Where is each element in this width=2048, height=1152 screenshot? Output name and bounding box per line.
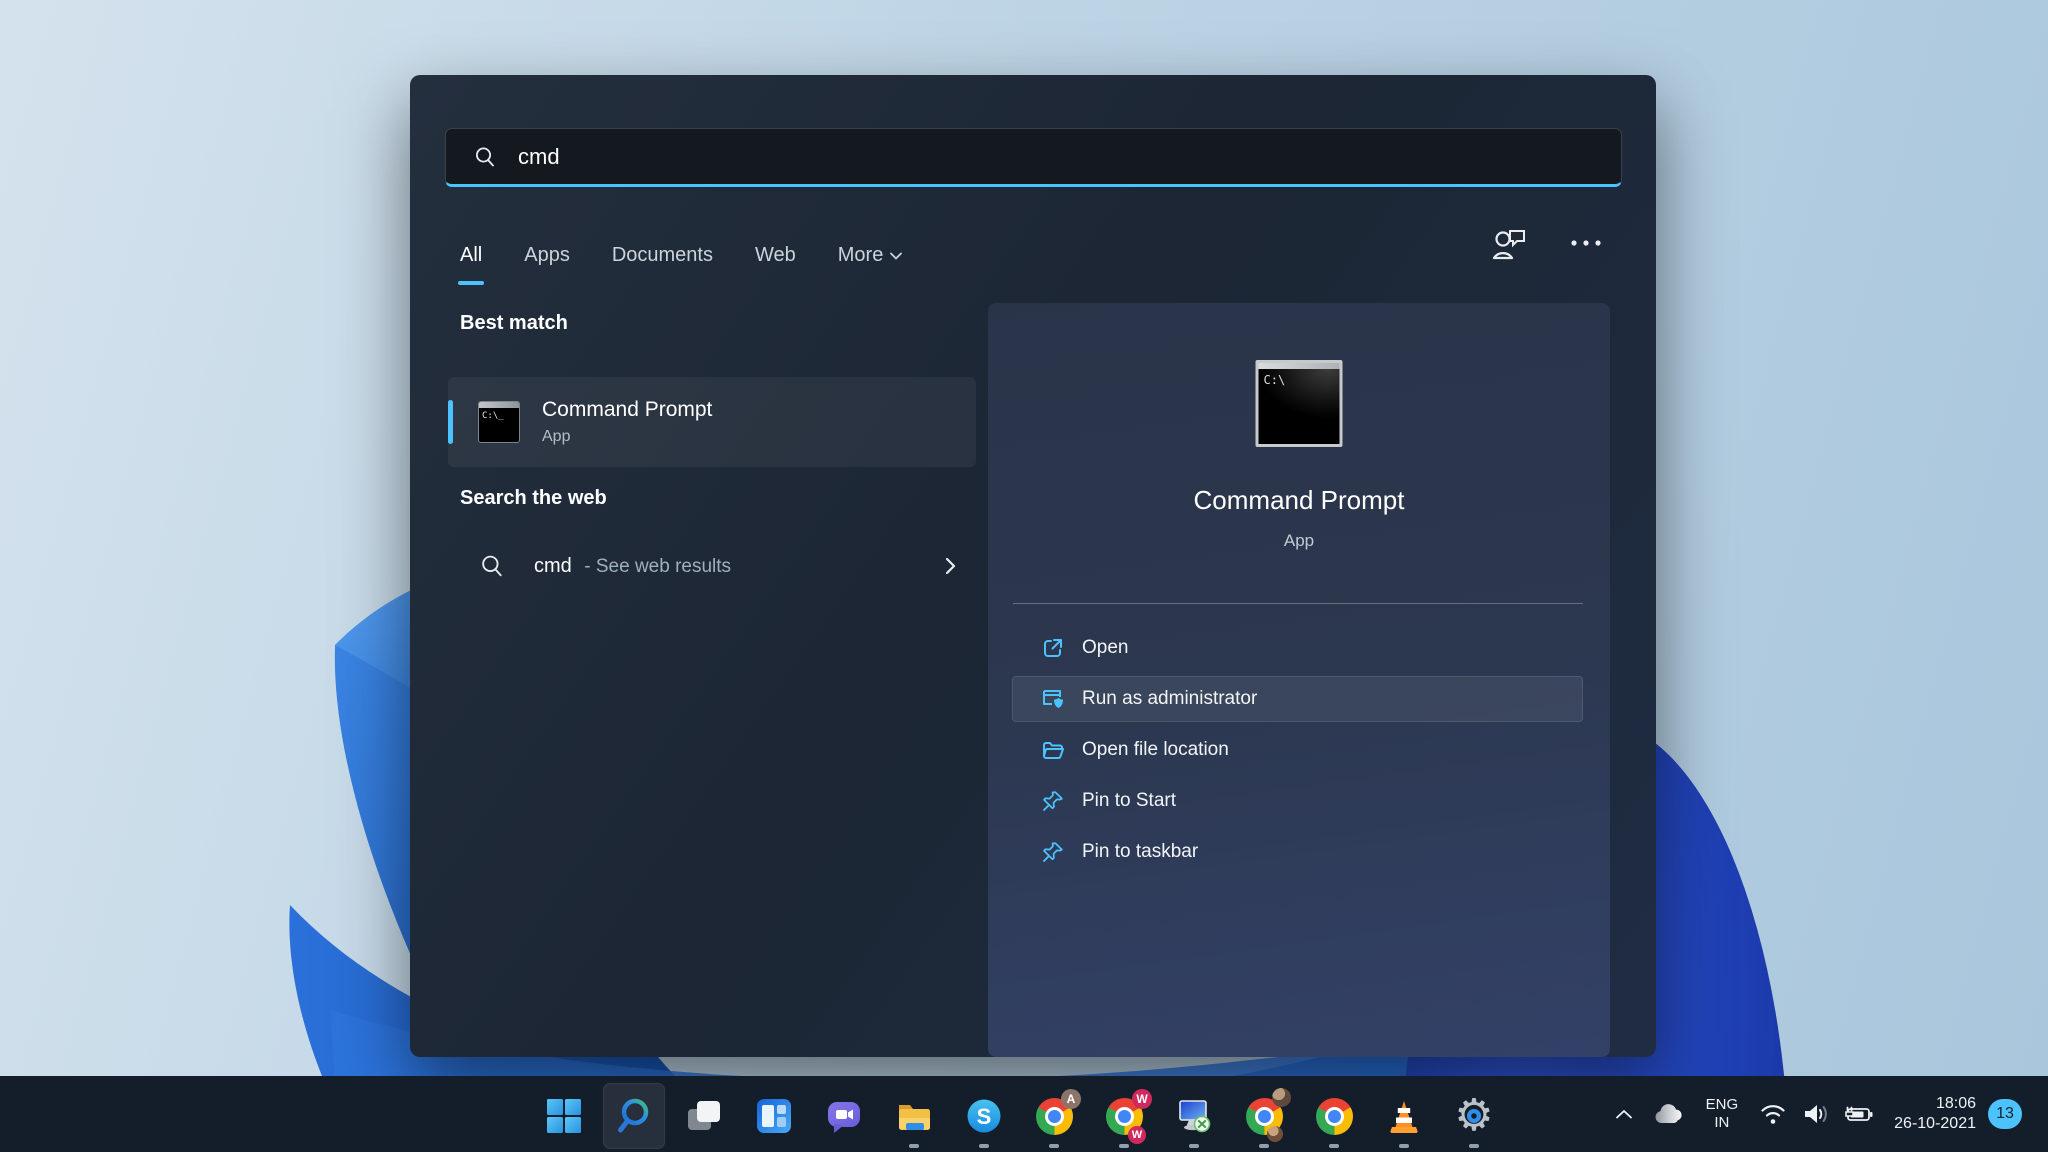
clock[interactable]: 18:06 26-10-2021 [1894, 1094, 1976, 1134]
web-search-result[interactable]: cmd - See web results [448, 535, 976, 597]
pin-icon [1041, 789, 1065, 813]
search-icon [480, 554, 504, 578]
task-view-button[interactable] [673, 1083, 735, 1149]
search-web-heading: Search the web [460, 487, 607, 510]
open-external-icon [1041, 636, 1065, 660]
chevron-up-icon[interactable] [1616, 1110, 1632, 1119]
chrome-icon [1316, 1098, 1353, 1135]
tab-apps[interactable]: Apps [524, 230, 570, 285]
chrome-profile-w-button[interactable]: W W [1093, 1083, 1155, 1149]
notification-count-badge[interactable]: 13 [1988, 1099, 2022, 1129]
remote-desktop-button[interactable] [1163, 1083, 1225, 1149]
search-icon [474, 146, 496, 168]
vlc-icon [1384, 1096, 1424, 1136]
tab-web[interactable]: Web [755, 230, 796, 285]
language-secondary: IN [1706, 1114, 1739, 1132]
chat-button[interactable] [813, 1083, 875, 1149]
tab-label: Apps [524, 244, 570, 267]
divider [1013, 603, 1583, 604]
search-filter-tabs: All Apps Documents Web More [460, 230, 902, 285]
action-list: Open Run as administrator Open file [1012, 625, 1583, 880]
best-match-result[interactable]: C:\_ Command Prompt App [448, 377, 976, 467]
onedrive-icon[interactable] [1652, 1102, 1686, 1126]
tab-documents[interactable]: Documents [612, 230, 713, 285]
profile-badge: W [1128, 1126, 1146, 1144]
action-pin-to-start[interactable]: Pin to Start [1012, 778, 1583, 824]
date: 26-10-2021 [1894, 1114, 1976, 1134]
skype-icon: S [964, 1096, 1004, 1136]
ellipsis-icon[interactable] [1570, 239, 1602, 247]
start-button[interactable] [533, 1083, 595, 1149]
chevron-right-icon [945, 557, 956, 575]
preview-type: App [988, 531, 1610, 551]
search-input[interactable]: cmd [445, 128, 1622, 187]
windows-start-icon [544, 1096, 584, 1136]
task-view-icon [684, 1096, 724, 1136]
pin-icon [1041, 840, 1065, 864]
taskbar-apps: S A W W [533, 1083, 1505, 1149]
action-open-file-location[interactable]: Open file location [1012, 727, 1583, 773]
web-query: cmd [534, 555, 572, 577]
result-preview-pane: C:\ Command Prompt App Open [988, 303, 1610, 1057]
result-type: App [542, 428, 712, 446]
account-feedback-icon[interactable] [1490, 225, 1530, 261]
desktop: cmd All Apps Documents Web More Best mat… [0, 0, 2048, 1152]
tab-label: Documents [612, 244, 713, 267]
vlc-button[interactable] [1373, 1083, 1435, 1149]
tab-label: Web [755, 244, 796, 267]
skype-button[interactable]: S [953, 1083, 1015, 1149]
tab-label: All [460, 244, 482, 267]
remote-desktop-icon [1174, 1096, 1214, 1136]
result-title: Command Prompt [542, 398, 712, 422]
window-shield-icon [1041, 687, 1065, 711]
svg-text:S: S [977, 1104, 992, 1129]
command-prompt-icon: C:\ [1256, 360, 1343, 447]
system-tray: ENG IN [1616, 1076, 2048, 1152]
language-primary: ENG [1706, 1096, 1739, 1114]
tab-label: More [838, 244, 884, 267]
language-indicator[interactable]: ENG IN [1706, 1096, 1739, 1132]
wifi-icon[interactable] [1758, 1102, 1788, 1126]
preview-title: Command Prompt [988, 485, 1610, 516]
selection-accent-bar [448, 400, 453, 444]
chrome-button[interactable] [1303, 1083, 1365, 1149]
panel-header-icons [1490, 225, 1602, 261]
profile-photo-badge [1267, 1126, 1283, 1142]
search-flyout: cmd All Apps Documents Web More Best mat… [410, 75, 1656, 1057]
best-match-heading: Best match [460, 312, 568, 335]
chrome-profile-photos-button[interactable] [1233, 1083, 1295, 1149]
file-explorer-button[interactable] [883, 1083, 945, 1149]
search-button[interactable] [603, 1083, 665, 1149]
chat-icon [824, 1096, 864, 1136]
folder-icon [1041, 738, 1065, 762]
action-run-as-administrator[interactable]: Run as administrator [1012, 676, 1583, 722]
taskbar: S A W W [0, 1076, 2048, 1152]
file-explorer-icon [894, 1096, 934, 1136]
command-prompt-icon: C:\_ [478, 401, 520, 443]
search-query-text: cmd [518, 144, 560, 170]
battery-charging-icon[interactable] [1844, 1102, 1874, 1126]
gear-hub [1467, 1109, 1481, 1123]
web-suffix: - See web results [584, 556, 731, 577]
widgets-icon [754, 1096, 794, 1136]
settings-button[interactable]: ⚙ [1443, 1083, 1505, 1149]
search-taskbar-icon [614, 1096, 654, 1136]
action-open[interactable]: Open [1012, 625, 1583, 671]
chevron-down-icon [890, 252, 902, 260]
profile-badge: W [1132, 1089, 1152, 1109]
volume-icon[interactable] [1802, 1102, 1830, 1126]
time: 18:06 [1894, 1094, 1976, 1114]
tab-all[interactable]: All [460, 230, 482, 285]
action-pin-to-taskbar[interactable]: Pin to taskbar [1012, 829, 1583, 875]
chrome-profile-a-button[interactable]: A [1023, 1083, 1085, 1149]
profile-photo-badge [1272, 1088, 1291, 1107]
widgets-button[interactable] [743, 1083, 805, 1149]
profile-badge: A [1061, 1089, 1081, 1109]
tab-more[interactable]: More [838, 230, 903, 285]
